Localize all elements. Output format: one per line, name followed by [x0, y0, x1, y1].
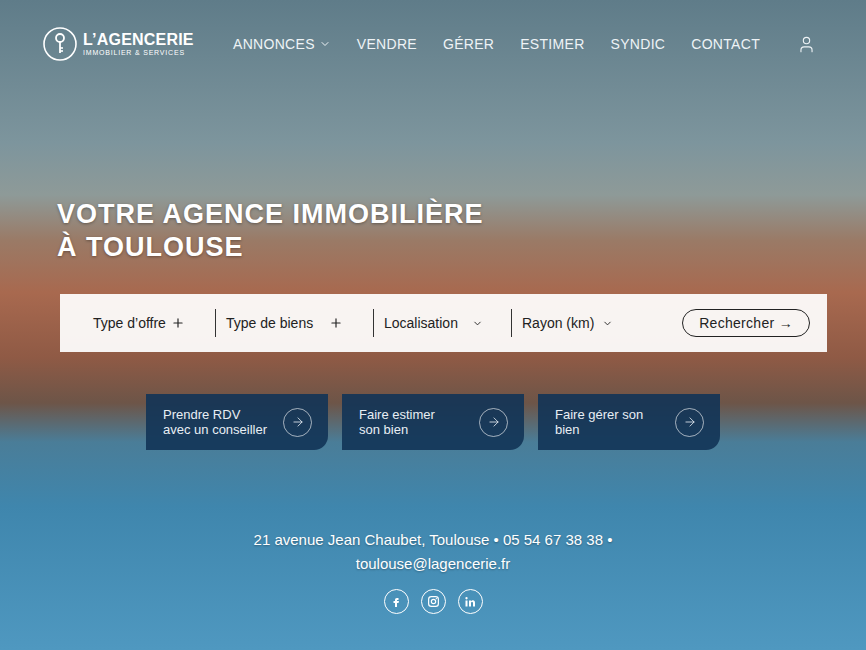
chevron-down-icon [602, 318, 613, 329]
search-field[interactable]: Type d’offre [93, 309, 215, 337]
search-bar: Type d’offreType de biensLocalisationRay… [60, 294, 827, 352]
nav-item[interactable]: ANNONCES [233, 36, 331, 52]
user-icon [797, 35, 816, 54]
linkedin-link[interactable] [458, 589, 483, 614]
account-button[interactable] [797, 35, 816, 54]
plus-icon [329, 316, 343, 330]
hero-title: VOTRE AGENCE IMMOBILIÈREÀ TOULOUSE [0, 198, 866, 264]
arrow-right-icon [487, 415, 501, 429]
nav-item[interactable]: CONTACT [691, 36, 760, 52]
action-card[interactable]: Faire estimerson bien [342, 394, 524, 450]
action-cards: Prendre RDVavec un conseillerFaire estim… [0, 394, 866, 450]
plus-icon [171, 316, 185, 330]
contact-address: 21 avenue Jean Chaubet, Toulouse • 05 54… [254, 528, 613, 552]
arrow-right-icon [291, 415, 305, 429]
action-card[interactable]: Faire gérer sonbien [538, 394, 720, 450]
chevron-down-icon [472, 318, 483, 329]
main-nav: ANNONCES VENDRE GÉRER ESTIMER SYNDIC CONTACT [233, 35, 816, 54]
arrow-button [675, 408, 704, 437]
social-links [0, 589, 866, 614]
nav-item[interactable]: ESTIMER [520, 36, 584, 52]
nav-item[interactable]: GÉRER [443, 36, 494, 52]
search-field[interactable]: Localisation [373, 309, 511, 337]
key-logo-icon [43, 27, 77, 61]
page: L’AGENCERIEIMMOBILIER & SERVICES ANNONCES… [0, 0, 866, 650]
search-field[interactable]: Type de biens [215, 309, 373, 337]
nav-item[interactable]: VENDRE [357, 36, 417, 52]
instagram-link[interactable] [421, 589, 446, 614]
header: L’AGENCERIEIMMOBILIER & SERVICES ANNONCES… [0, 0, 866, 61]
arrow-button [479, 408, 508, 437]
facebook-link[interactable] [384, 589, 409, 614]
instagram-icon [427, 595, 440, 608]
linkedin-icon [464, 596, 476, 608]
arrow-right-icon [683, 415, 697, 429]
search-field[interactable]: Rayon (km) [511, 309, 641, 337]
logo-name: L’AGENCERIE [83, 31, 194, 48]
logo[interactable]: L’AGENCERIEIMMOBILIER & SERVICES [43, 27, 194, 61]
contact-info: 21 avenue Jean Chaubet, Toulouse • 05 54… [0, 528, 866, 576]
arrow-button [283, 408, 312, 437]
search-button[interactable]: Rechercher → [682, 309, 810, 337]
facebook-icon [390, 596, 402, 608]
logo-tagline: IMMOBILIER & SERVICES [83, 48, 194, 57]
action-card[interactable]: Prendre RDVavec un conseiller [146, 394, 328, 450]
contact-email[interactable]: toulouse@lagencerie.fr [356, 552, 510, 576]
chevron-down-icon [319, 38, 331, 50]
nav-item[interactable]: SYNDIC [611, 36, 666, 52]
